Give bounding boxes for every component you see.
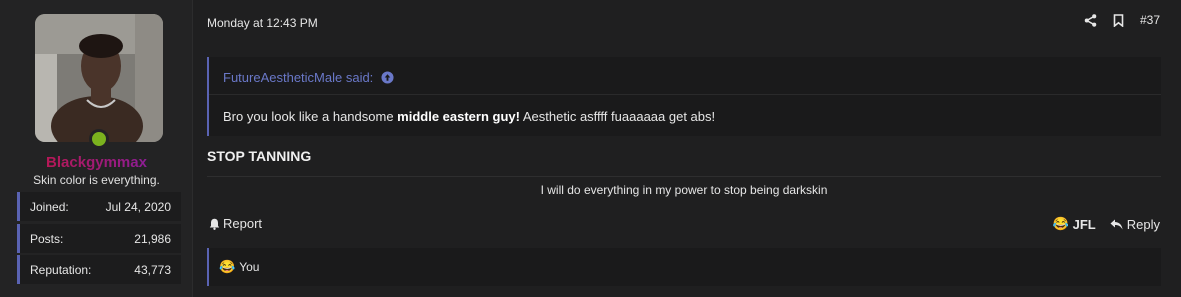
forum-post: Blackgymmax Skin color is everything. Jo… — [0, 0, 1181, 297]
stat-label: Reputation: — [30, 262, 92, 277]
post-centered-text: I will do everything in my power to stop… — [540, 183, 828, 197]
report-label: Report — [223, 216, 263, 231]
stat-label: Posts: — [30, 231, 64, 246]
username[interactable]: Blackgymmax — [0, 154, 193, 171]
online-status-dot — [89, 129, 109, 149]
avatar[interactable] — [35, 14, 163, 142]
quote-body: Bro you look like a handsome middle east… — [223, 109, 715, 124]
user-sidebar: Blackgymmax Skin color is everything. Jo… — [0, 0, 193, 297]
jfl-label: JFL — [1072, 216, 1096, 232]
quote-header[interactable]: FutureAestheticMale said: — [223, 70, 394, 85]
reply-label: Reply — [1126, 216, 1160, 232]
jfl-reaction-button[interactable]: 😂 JFL — [1052, 216, 1095, 232]
bell-icon — [209, 218, 220, 230]
post-bottom-actions: 😂 JFL Reply — [1052, 216, 1160, 232]
stat-posts: Posts: 21,986 — [17, 224, 181, 253]
quote-divider — [209, 94, 1161, 95]
stat-label: Joined: — [30, 199, 69, 214]
quote-block: FutureAestheticMale said: Bro you look l… — [207, 57, 1161, 136]
stat-reputation: Reputation: 43,773 — [17, 255, 181, 284]
stat-joined: Joined: Jul 24, 2020 — [17, 192, 181, 221]
reply-button[interactable]: Reply — [1110, 217, 1160, 232]
stat-value: Jul 24, 2020 — [105, 199, 171, 214]
quote-text-suffix: Aesthetic asffff fuaaaaaa get abs! — [519, 109, 716, 124]
stat-value: 43,773 — [134, 262, 171, 277]
post-date[interactable]: Monday at 12:43 PM — [207, 16, 318, 30]
laughing-emoji-icon: 😂 — [219, 259, 236, 274]
post-main: Monday at 12:43 PM #37 FutureAestheticMa… — [193, 0, 1181, 297]
content-divider — [207, 176, 1161, 177]
post-heading: STOP TANNING — [207, 148, 312, 164]
share-icon[interactable] — [1084, 13, 1097, 27]
report-button[interactable]: Report — [209, 216, 262, 231]
reaction-users[interactable]: You — [239, 260, 259, 274]
quote-author[interactable]: FutureAestheticMale said: — [223, 70, 373, 85]
post-top-actions: #37 — [1084, 13, 1160, 27]
arrow-up-circle-icon[interactable] — [381, 71, 394, 84]
reactions-bar[interactable]: 😂 You — [207, 248, 1161, 286]
bookmark-icon[interactable] — [1113, 13, 1124, 27]
reply-arrow-icon — [1110, 219, 1123, 230]
laughing-emoji-icon: 😂 — [1052, 216, 1069, 231]
post-number[interactable]: #37 — [1140, 13, 1160, 27]
quote-text-bold: middle eastern guy! — [397, 109, 520, 124]
quote-text-prefix: Bro you look like a handsome — [223, 109, 398, 124]
user-title: Skin color is everything. — [33, 173, 160, 187]
stat-value: 21,986 — [134, 231, 171, 246]
